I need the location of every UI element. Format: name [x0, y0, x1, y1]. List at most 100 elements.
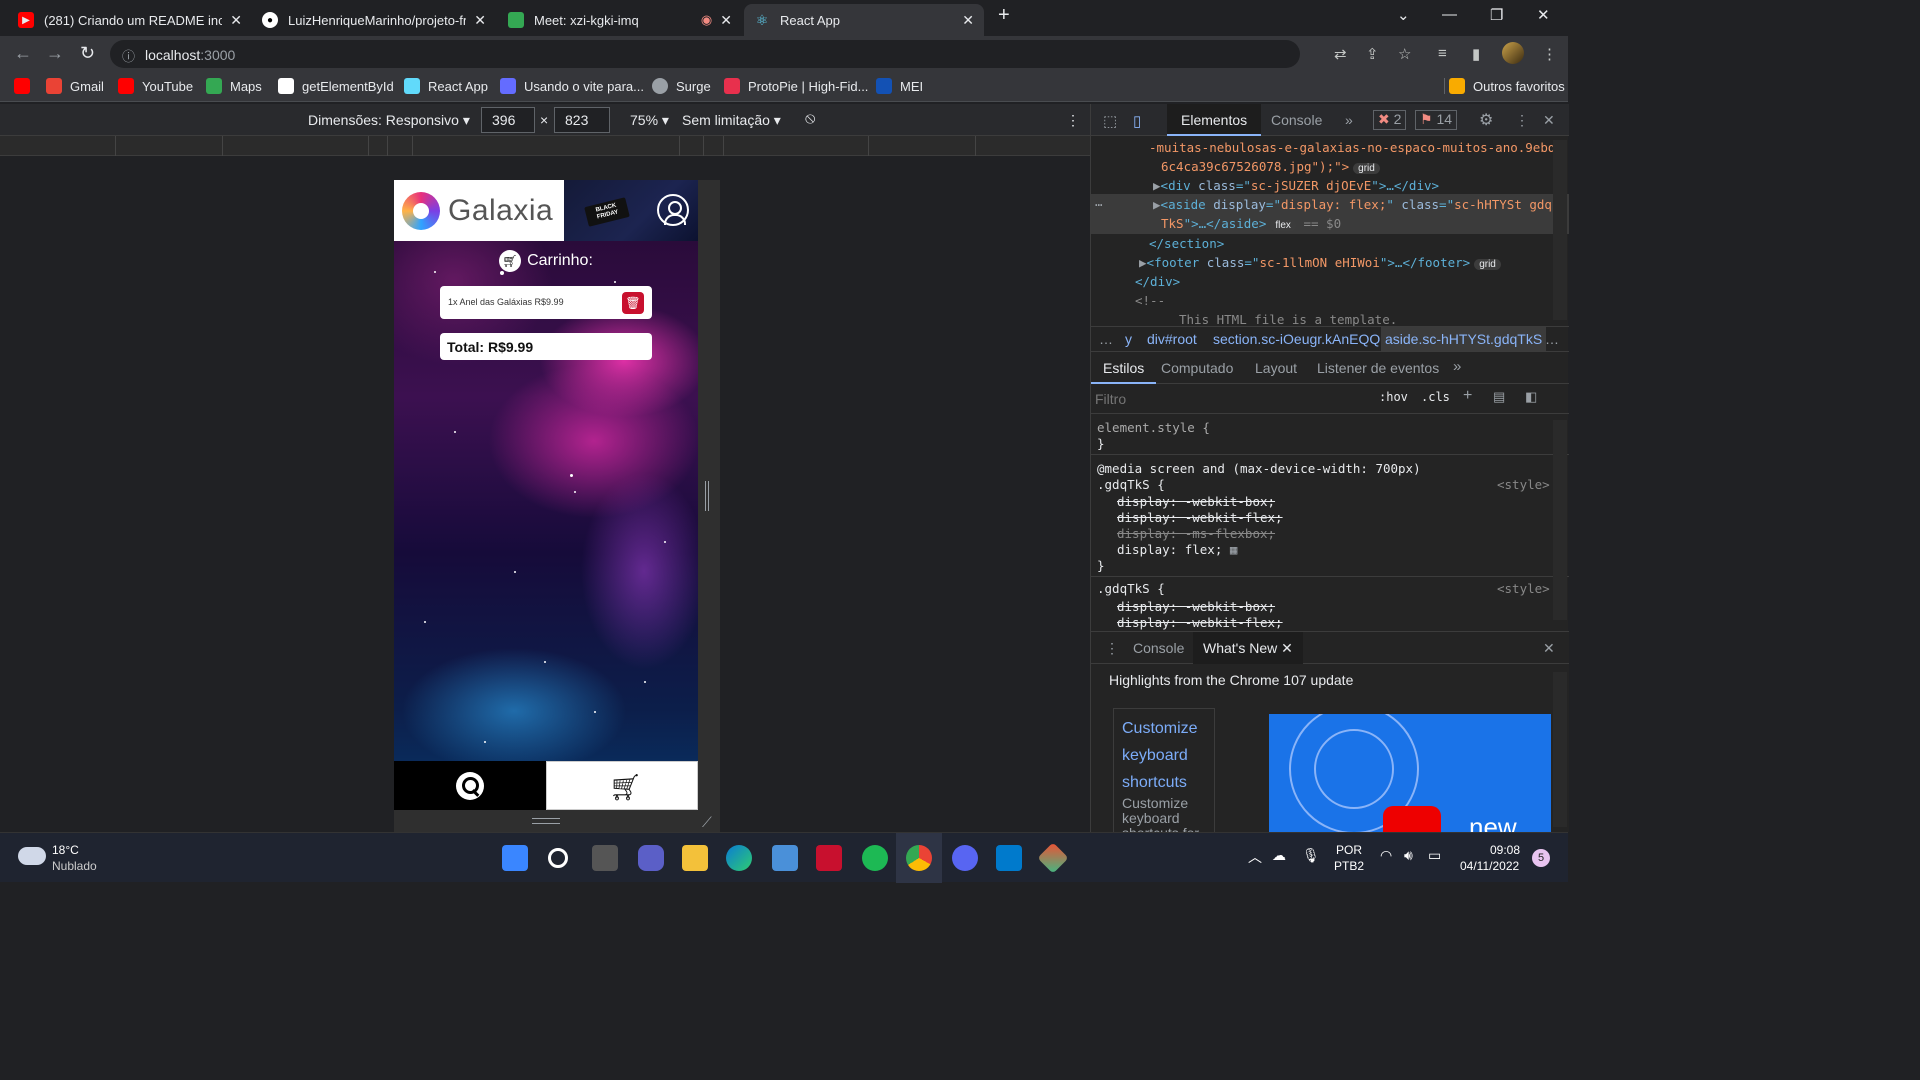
- drawer-tab-whats-new[interactable]: What's New ✕: [1193, 632, 1303, 664]
- throttle-dropdown[interactable]: Sem limitação ▾: [682, 112, 781, 129]
- more-tabs-icon[interactable]: »: [1453, 358, 1461, 375]
- ellipsis-icon[interactable]: …: [1545, 331, 1559, 347]
- close-icon[interactable]: ✕: [720, 12, 732, 29]
- bookmark-youtube[interactable]: YouTube: [118, 78, 193, 94]
- store-icon[interactable]: [772, 845, 798, 871]
- close-icon[interactable]: ✕: [962, 12, 974, 29]
- dom-line[interactable]: </div>: [1135, 274, 1180, 289]
- search-nav-button[interactable]: [394, 761, 546, 810]
- dom-scrollbar[interactable]: [1553, 140, 1567, 320]
- bookmark-surge[interactable]: Surge: [652, 78, 711, 94]
- info-icon[interactable]: ⓘ: [122, 46, 135, 65]
- device-resize-strip-right[interactable]: [698, 180, 720, 810]
- flexbox-editor-icon[interactable]: ▦: [1230, 542, 1238, 557]
- close-icon[interactable]: ✕: [474, 12, 486, 29]
- weather-desc[interactable]: Nublado: [52, 859, 97, 873]
- drawer-menu-icon[interactable]: ⋮: [1105, 640, 1119, 657]
- close-window-icon[interactable]: ✕: [1537, 6, 1550, 24]
- tab-console[interactable]: Console: [1271, 112, 1322, 128]
- css-selector[interactable]: .gdqTkS {: [1097, 581, 1165, 596]
- clock-date[interactable]: 04/11/2022: [1460, 859, 1519, 873]
- style-source-link[interactable]: <style>: [1497, 581, 1550, 596]
- cls-toggle[interactable]: .cls: [1421, 390, 1450, 404]
- hov-toggle[interactable]: :hov: [1379, 390, 1408, 404]
- dom-line[interactable]: <!--: [1135, 293, 1165, 308]
- weather-temp[interactable]: 18°C: [52, 843, 79, 857]
- media-query-ruler[interactable]: [0, 136, 1090, 156]
- microphone-icon[interactable]: 🎙︎: [1302, 847, 1320, 864]
- bookmark-maps[interactable]: Maps: [206, 78, 262, 94]
- bookmark-protopie[interactable]: ProtoPie | High-Fid...: [724, 78, 868, 94]
- toggle-sidebar-icon[interactable]: ◧: [1525, 389, 1537, 405]
- resize-handle-bottom[interactable]: [532, 818, 560, 824]
- bookmark-gmail[interactable]: Gmail: [46, 78, 104, 94]
- chevron-down-icon[interactable]: ⌄: [1397, 6, 1410, 24]
- css-property[interactable]: display: flex; ▦: [1117, 542, 1237, 557]
- css-property[interactable]: display: -webkit-flex;: [1117, 615, 1283, 630]
- teams-icon[interactable]: [638, 845, 664, 871]
- drawer-tab-console[interactable]: Console: [1133, 640, 1184, 656]
- file-explorer-icon[interactable]: [682, 845, 708, 871]
- reload-icon[interactable]: ↻: [80, 43, 95, 64]
- drawer-scrollbar[interactable]: [1553, 672, 1567, 827]
- menu-icon[interactable]: ⋮: [1542, 45, 1557, 63]
- tab-event-listeners[interactable]: Listener de eventos: [1317, 360, 1439, 376]
- language-primary[interactable]: POR: [1336, 843, 1362, 857]
- notification-badge[interactable]: 5: [1532, 849, 1550, 867]
- dom-line[interactable]: This HTML file is a template.: [1179, 312, 1397, 326]
- devtools-menu-icon[interactable]: ⋮: [1515, 112, 1529, 129]
- zoom-dropdown[interactable]: 75% ▾: [630, 112, 669, 129]
- styles-scrollbar[interactable]: [1553, 420, 1567, 620]
- tab-styles[interactable]: Estilos: [1091, 352, 1157, 384]
- paint-icon[interactable]: ▤: [1493, 389, 1505, 405]
- language-secondary[interactable]: PTB2: [1334, 859, 1364, 873]
- breadcrumb-item[interactable]: y: [1125, 331, 1132, 347]
- css-property[interactable]: display: -webkit-box;: [1117, 599, 1275, 614]
- cart-nav-button[interactable]: 🛒︎: [546, 761, 698, 810]
- dom-line[interactable]: </section>: [1149, 236, 1224, 251]
- whats-new-video-thumbnail[interactable]: new: [1269, 714, 1551, 844]
- tab-elements[interactable]: Elementos: [1167, 104, 1262, 136]
- shortcut-card[interactable]: Customize keyboard shortcuts Customize k…: [1113, 708, 1215, 841]
- device-width-input[interactable]: 396: [481, 107, 535, 133]
- battery-icon[interactable]: ▭: [1428, 847, 1441, 864]
- card-link[interactable]: shortcuts: [1122, 769, 1206, 796]
- flex-badge[interactable]: flex: [1270, 220, 1296, 231]
- bookmark-getelementbyid[interactable]: getElementById: [278, 78, 394, 94]
- breadcrumb-item[interactable]: section.sc-iOeugr.kAnEQQ: [1213, 331, 1380, 347]
- clock-time[interactable]: 09:08: [1490, 843, 1520, 857]
- chevron-up-icon[interactable]: ︿: [1248, 847, 1262, 867]
- new-tab-icon[interactable]: +: [998, 4, 1010, 27]
- style-source-link[interactable]: <style>: [1497, 477, 1550, 492]
- tab-computed[interactable]: Computado: [1161, 360, 1233, 376]
- browser-tab-meet[interactable]: Meet: xzi-kgki-imq ◉ ✕: [498, 4, 742, 36]
- browser-tab-github[interactable]: ● LuizHenriqueMarinho/projeto-frc ✕: [252, 4, 496, 36]
- dimensions-dropdown[interactable]: Dimensões: Responsivo ▾: [308, 112, 470, 129]
- close-drawer-icon[interactable]: ✕: [1543, 640, 1555, 657]
- share-icon[interactable]: ⇪: [1366, 45, 1379, 63]
- bookmark-youtube-icon-only[interactable]: [14, 78, 38, 94]
- rotate-icon[interactable]: ⦸: [805, 110, 815, 128]
- minimize-icon[interactable]: —: [1442, 6, 1457, 23]
- search-icon[interactable]: [548, 848, 568, 868]
- user-icon[interactable]: [657, 194, 689, 226]
- bookmark-react-app[interactable]: React App: [404, 78, 488, 94]
- tab-layout[interactable]: Layout: [1255, 360, 1297, 376]
- add-rule-icon[interactable]: +: [1463, 387, 1472, 405]
- dom-line[interactable]: ▶<aside display="display: flex;" class="…: [1153, 197, 1552, 212]
- git-icon[interactable]: [1037, 842, 1069, 874]
- messages-badge[interactable]: ⚑ 14: [1415, 110, 1458, 130]
- ellipsis-icon[interactable]: ⋯: [1095, 197, 1103, 212]
- breadcrumb-item-active[interactable]: aside.sc-hHTYSt.gdqTkS: [1381, 327, 1547, 351]
- ellipsis-icon[interactable]: …: [1099, 331, 1113, 347]
- css-media-query[interactable]: @media screen and (max-device-width: 700…: [1097, 461, 1421, 476]
- task-view-icon[interactable]: [592, 845, 618, 871]
- chrome-icon[interactable]: [906, 845, 932, 871]
- spotify-icon[interactable]: [862, 845, 888, 871]
- filter-input[interactable]: [1095, 388, 1355, 410]
- mcafee-icon[interactable]: [816, 845, 842, 871]
- more-options-icon[interactable]: ⋮: [1066, 112, 1080, 129]
- card-link[interactable]: Customize: [1122, 715, 1206, 742]
- grid-badge[interactable]: grid: [1474, 259, 1501, 270]
- brand-logo[interactable]: Galaxia: [394, 180, 564, 241]
